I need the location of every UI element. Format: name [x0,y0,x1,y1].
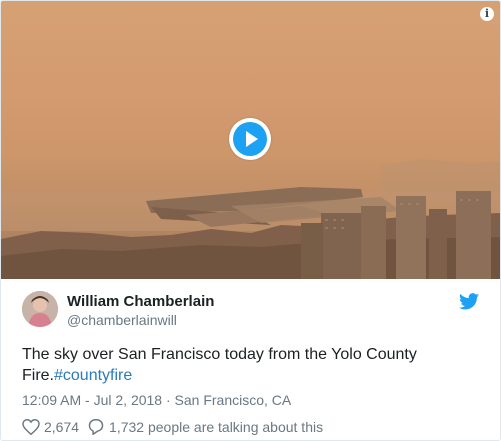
tweet-meta: 12:09 AM - Jul 2, 2018 · San Francisco, … [22,392,291,408]
play-icon [233,122,267,156]
location-link[interactable]: San Francisco, CA [175,392,292,408]
avatar-image [22,291,58,327]
conversation-count[interactable]: 1,732 people are talking about this [109,419,323,435]
embedded-tweet-card: i William Chamberlain @chamberlainwill T… [0,0,501,441]
play-button[interactable] [229,118,271,160]
reply-bubble-icon[interactable] [87,419,105,435]
timestamp-link[interactable]: 12:09 AM - Jul 2, 2018 [22,392,162,408]
author-handle[interactable]: @chamberlainwill [67,312,177,328]
video-thumbnail[interactable]: i [1,1,500,279]
tweet-text: The sky over San Francisco today from th… [22,344,482,386]
heart-icon[interactable] [22,419,40,435]
meta-separator: · [165,392,171,408]
like-count[interactable]: 2,674 [44,419,79,435]
twitter-bird-icon[interactable] [459,293,479,315]
hashtag-link[interactable]: #countyfire [54,367,132,384]
avatar[interactable] [22,291,58,327]
info-icon[interactable]: i [480,7,494,21]
author-name[interactable]: William Chamberlain [67,293,214,310]
tweet-actions: 2,674 1,732 people are talking about thi… [22,419,331,435]
